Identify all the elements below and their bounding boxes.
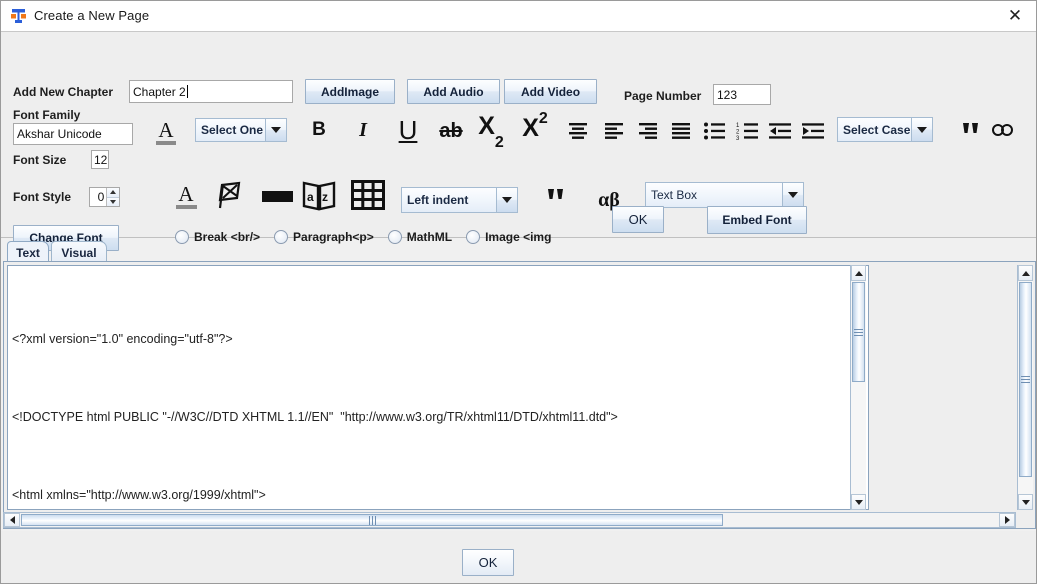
dictionary-icon[interactable]: a z <box>302 178 336 212</box>
subscript-base: X <box>478 112 495 140</box>
panel-horizontal-scrollbar[interactable] <box>3 512 1016 528</box>
font-style-label: Font Style <box>13 190 72 204</box>
close-icon[interactable]: ✕ <box>992 1 1036 31</box>
quote-icon[interactable] <box>957 118 985 142</box>
font-family-value: Akshar Unicode <box>17 127 102 141</box>
font-style-spinner[interactable]: 0 <box>89 187 120 207</box>
text-box-dropdown[interactable]: Text Box <box>645 182 804 208</box>
embed-font-button[interactable]: Embed Font <box>707 206 807 234</box>
select-one-dropdown[interactable]: Select One <box>195 118 287 142</box>
font-color-icon[interactable]: A <box>153 117 179 147</box>
footer-bar: OK <box>1 531 1036 583</box>
create-new-page-window: Create a New Page ✕ Add New Chapter Chap… <box>0 0 1037 584</box>
font-size-label: Font Size <box>13 153 67 167</box>
editor-vscroll-thumb[interactable] <box>852 282 865 382</box>
add-audio-button[interactable]: Add Audio <box>407 79 500 104</box>
flag-icon[interactable] <box>213 180 245 210</box>
app-icon <box>10 8 27 25</box>
chevron-down-icon-indent[interactable] <box>496 188 517 212</box>
editor-tabs: Text Visual <box>1 239 1036 263</box>
subscript-sub: 2 <box>494 134 504 151</box>
title-bar: Create a New Page ✕ <box>1 1 1036 32</box>
svg-text:a: a <box>307 190 314 204</box>
page-number-value: 123 <box>717 87 738 102</box>
select-one-value: Select One <box>196 119 265 141</box>
spinner-down-icon[interactable] <box>107 197 119 206</box>
text-color-icon[interactable]: A <box>172 180 200 212</box>
text-box-value: Text Box <box>646 183 782 207</box>
superscript-icon[interactable]: X2 <box>516 110 554 144</box>
add-new-chapter-label: Add New Chapter <box>13 85 114 99</box>
panel-vscroll-thumb[interactable] <box>1019 282 1032 477</box>
svg-text:3: 3 <box>736 136 740 140</box>
code-line-1: <?xml version="1.0" encoding="utf-8"?> <box>12 332 233 346</box>
align-center-icon[interactable] <box>565 119 591 143</box>
left-indent-dropdown[interactable]: Left indent <box>401 187 518 213</box>
italic-icon[interactable]: I <box>350 116 376 144</box>
hscroll-thumb[interactable] <box>21 514 723 526</box>
tab-text[interactable]: Text <box>7 241 49 263</box>
subscript-icon[interactable]: X2 <box>473 112 509 151</box>
code-text-area[interactable]: <?xml version="1.0" encoding="utf-8"?> <… <box>7 265 869 510</box>
font-family-input[interactable]: Akshar Unicode <box>13 123 133 145</box>
strikethrough-icon[interactable]: ab <box>433 117 469 145</box>
select-case-value: Select Case <box>838 118 911 141</box>
numbered-list-icon[interactable]: 1 2 3 <box>734 119 760 143</box>
panel-vscroll-down-icon[interactable] <box>1018 494 1033 510</box>
svg-text:z: z <box>322 190 328 204</box>
code-line-3: <html xmlns="http://www.w3.org/1999/xhtm… <box>12 488 266 502</box>
add-video-button[interactable]: Add Video <box>504 79 597 104</box>
highlight-bar-icon[interactable] <box>260 187 294 205</box>
footer-ok-button[interactable]: OK <box>462 549 514 576</box>
chapter-input-value: Chapter 2 <box>133 84 186 99</box>
code-content: <?xml version="1.0" encoding="utf-8"?> <… <box>12 274 848 509</box>
editor-vscroll-up-icon[interactable] <box>851 265 866 281</box>
spinner-buttons[interactable] <box>106 188 119 206</box>
scroll-grip-icon <box>854 327 863 338</box>
underline-icon[interactable]: U <box>393 114 423 146</box>
chevron-down-icon-case[interactable] <box>911 118 932 141</box>
spinner-up-icon[interactable] <box>107 188 119 198</box>
scroll-grip-icon-2 <box>1021 374 1030 385</box>
left-indent-value: Left indent <box>402 188 496 212</box>
chevron-down-icon-textbox[interactable] <box>782 183 803 207</box>
editor-vertical-scrollbar[interactable] <box>850 265 866 510</box>
link-icon[interactable] <box>989 118 1017 142</box>
font-size-input[interactable]: 12 <box>91 150 109 169</box>
align-right-icon[interactable] <box>635 119 661 143</box>
add-image-button[interactable]: AddImage <box>305 79 395 104</box>
align-justify-icon[interactable] <box>668 119 694 143</box>
chapter-input[interactable]: Chapter 2 <box>129 80 293 103</box>
font-style-value: 0 <box>97 190 105 204</box>
hscroll-right-icon[interactable] <box>999 513 1015 527</box>
superscript-base: X <box>522 114 539 142</box>
font-family-label: Font Family <box>13 108 81 122</box>
select-case-dropdown[interactable]: Select Case <box>837 117 933 142</box>
panel-vertical-scrollbar[interactable] <box>1017 265 1033 510</box>
editor-scroll-pane: <?xml version="1.0" encoding="utf-8"?> <… <box>3 261 1036 529</box>
window-title: Create a New Page <box>34 8 150 23</box>
page-number-label: Page Number <box>624 89 702 103</box>
chevron-down-icon[interactable] <box>265 119 286 141</box>
quote-icon-2[interactable] <box>542 184 570 208</box>
page-number-input[interactable]: 123 <box>713 84 771 105</box>
align-left-icon[interactable] <box>601 119 627 143</box>
svg-text:1: 1 <box>736 123 740 129</box>
panel-vscroll-up-icon[interactable] <box>1018 265 1033 281</box>
toolbar-panel: Add New Chapter Chapter 2 AddImage Add A… <box>1 32 1036 251</box>
bullet-list-icon[interactable] <box>701 119 727 143</box>
bold-icon[interactable]: B <box>306 116 332 144</box>
table-icon[interactable] <box>350 178 386 212</box>
decrease-indent-icon[interactable] <box>767 119 793 143</box>
toolbar-ok-button[interactable]: OK <box>612 206 664 233</box>
tab-visual[interactable]: Visual <box>51 241 107 263</box>
svg-text:2: 2 <box>736 130 740 136</box>
editor-vscroll-down-icon[interactable] <box>851 494 866 510</box>
superscript-sup: 2 <box>538 110 548 127</box>
font-size-value: 12 <box>94 152 108 167</box>
increase-indent-icon[interactable] <box>800 119 826 143</box>
scroll-grip-icon-3 <box>368 515 377 525</box>
code-line-2: <!DOCTYPE html PUBLIC "-//W3C//DTD XHTML… <box>12 410 618 424</box>
hscroll-left-icon[interactable] <box>4 513 20 527</box>
